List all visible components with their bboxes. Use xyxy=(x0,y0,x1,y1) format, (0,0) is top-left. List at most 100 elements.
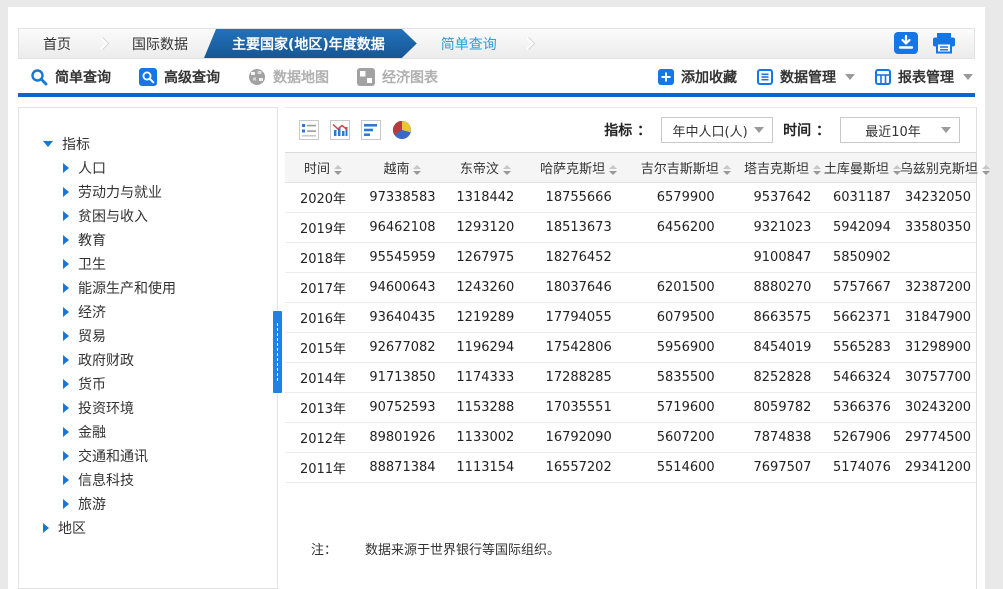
sort-icon[interactable] xyxy=(982,165,990,175)
tree-item-信息科技[interactable]: 信息科技 xyxy=(43,468,277,492)
table-cell: 9321023 xyxy=(741,213,824,243)
table-cell: 2014年 xyxy=(285,363,361,393)
column-header-4[interactable]: 哈萨克斯坦 xyxy=(527,153,631,183)
table-cell: 5757667 xyxy=(824,273,900,303)
triangle-right-icon xyxy=(63,355,69,365)
toolbar-item-label: 高级查询 xyxy=(164,67,220,87)
sort-icon[interactable] xyxy=(503,165,511,175)
table-cell: 16792090 xyxy=(527,423,631,453)
toolbar-right-item-3[interactable]: 报表管理 xyxy=(875,67,973,87)
tree-item-卫生[interactable]: 卫生 xyxy=(43,252,277,276)
table-cell: 2016年 xyxy=(285,303,361,333)
add-favorite-icon xyxy=(658,69,674,85)
column-header-5[interactable]: 吉尔吉斯斯坦 xyxy=(630,153,741,183)
tree-item-教育[interactable]: 教育 xyxy=(43,228,277,252)
breadcrumb-tab-4[interactable]: 简单查询 xyxy=(417,29,521,58)
indicator-select-value: 年中人口(人) xyxy=(673,121,748,140)
sidebar-scrollbar-thumb[interactable] xyxy=(273,311,282,393)
table-cell: 5267906 xyxy=(824,423,900,453)
column-chart-view-icon[interactable] xyxy=(330,120,350,140)
column-header-3[interactable]: 东帝汶 xyxy=(444,153,527,183)
top-actions xyxy=(894,32,957,54)
table-cell: 1243260 xyxy=(444,273,527,303)
column-header-label: 乌兹别克斯坦 xyxy=(900,162,978,177)
table-cell: 5174076 xyxy=(824,453,900,483)
sort-icon[interactable] xyxy=(413,165,421,175)
column-header-2[interactable]: 越南 xyxy=(361,153,444,183)
sort-icon[interactable] xyxy=(609,165,617,175)
column-header-1[interactable]: 时间 xyxy=(285,153,361,183)
table-row: 2017年94600643124326018037646620150088802… xyxy=(285,273,976,303)
table-cell: 6031187 xyxy=(824,183,900,213)
breadcrumb: 首页国际数据主要国家(地区)年度数据简单查询 xyxy=(18,28,975,59)
tree-item-旅游[interactable]: 旅游 xyxy=(43,492,277,516)
tree-section-指标[interactable]: 指标 xyxy=(43,132,277,156)
sort-icon[interactable] xyxy=(813,165,821,175)
pie-chart-view-icon[interactable] xyxy=(392,120,412,140)
tree-item-贸易[interactable]: 贸易 xyxy=(43,324,277,348)
table-cell: 1133002 xyxy=(444,423,527,453)
column-header-7[interactable]: 土库曼斯坦 xyxy=(824,153,900,183)
indicator-select[interactable]: 年中人口(人) xyxy=(661,117,773,143)
table-cell: 29341200 xyxy=(900,453,976,483)
toolbar-left-item-1[interactable]: 简单查询 xyxy=(30,67,111,87)
tree-item-人口[interactable]: 人口 xyxy=(43,156,277,180)
toolbar-right-item-2[interactable]: 数据管理 xyxy=(757,67,855,87)
table-cell: 89801926 xyxy=(361,423,444,453)
table-cell: 5366376 xyxy=(824,393,900,423)
table-cell: 7697507 xyxy=(741,453,824,483)
table-row: 2019年96462108129312018513673645620093210… xyxy=(285,213,976,243)
tree-item-经济[interactable]: 经济 xyxy=(43,300,277,324)
indicator-tree: 指标人口劳动力与就业贫困与收入教育卫生能源生产和使用经济贸易政府财政货币投资环境… xyxy=(19,108,277,540)
tree-item-label: 信息科技 xyxy=(78,470,134,490)
toolbar-left-item-2[interactable]: 高级查询 xyxy=(139,67,220,87)
tree-item-贫困与收入[interactable]: 贫困与收入 xyxy=(43,204,277,228)
tree-item-金融[interactable]: 金融 xyxy=(43,420,277,444)
tree-section-地区[interactable]: 地区 xyxy=(43,516,277,540)
search-icon xyxy=(30,68,48,86)
data-manage-icon xyxy=(757,69,773,85)
toolbar-right-item-1[interactable]: 添加收藏 xyxy=(658,67,737,87)
sort-icon[interactable] xyxy=(334,165,342,175)
main-panel: 指标 ： 年中人口(人) 时间 ： 最近10年 时间越南东帝汶哈萨克斯坦吉尔吉斯… xyxy=(285,107,977,589)
table-row: 2013年90752593115328817035551571960080597… xyxy=(285,393,976,423)
table-cell: 2020年 xyxy=(285,183,361,213)
printer-icon[interactable] xyxy=(931,32,957,54)
bar-chart-view-icon[interactable] xyxy=(361,120,381,140)
toolbar: 简单查询高级查询数据地图经济图表 添加收藏数据管理报表管理 xyxy=(18,62,975,92)
tree-item-政府财政[interactable]: 政府财政 xyxy=(43,348,277,372)
time-select[interactable]: 最近10年 xyxy=(840,117,960,143)
breadcrumb-tab-3[interactable]: 主要国家(地区)年度数据 xyxy=(204,29,417,58)
table-row: 2020年97338583131844218755666657990095376… xyxy=(285,183,976,213)
toolbar-underline xyxy=(18,93,975,97)
table-cell: 17794055 xyxy=(527,303,631,333)
breadcrumb-tab-2[interactable]: 国际数据 xyxy=(108,29,212,58)
list-view-icon[interactable] xyxy=(299,120,319,140)
column-header-label: 东帝汶 xyxy=(460,162,499,177)
breadcrumb-tab-1[interactable]: 首页 xyxy=(19,29,95,58)
download-icon[interactable] xyxy=(894,32,918,54)
indicator-filter-label: 指标 ： xyxy=(604,120,651,140)
table-cell: 5956900 xyxy=(630,333,741,363)
econ-chart-icon xyxy=(357,68,375,86)
column-header-label: 塔吉克斯坦 xyxy=(744,162,809,177)
table-cell: 18037646 xyxy=(527,273,631,303)
tree-item-货币[interactable]: 货币 xyxy=(43,372,277,396)
table-cell: 1293120 xyxy=(444,213,527,243)
tree-item-投资环境[interactable]: 投资环境 xyxy=(43,396,277,420)
column-header-8[interactable]: 乌兹别克斯坦 xyxy=(900,153,976,183)
tree-item-劳动力与就业[interactable]: 劳动力与就业 xyxy=(43,180,277,204)
column-header-6[interactable]: 塔吉克斯坦 xyxy=(741,153,824,183)
table-cell: 5514600 xyxy=(630,453,741,483)
table-cell: 5466324 xyxy=(824,363,900,393)
table-cell: 7874838 xyxy=(741,423,824,453)
chevron-down-icon xyxy=(941,127,951,133)
sort-icon[interactable] xyxy=(723,165,731,175)
triangle-right-icon xyxy=(63,427,69,437)
table-cell: 2018年 xyxy=(285,243,361,273)
tree-item-label: 投资环境 xyxy=(78,398,134,418)
table-cell: 6201500 xyxy=(630,273,741,303)
table-cell: 2012年 xyxy=(285,423,361,453)
tree-item-交通和通讯[interactable]: 交通和通讯 xyxy=(43,444,277,468)
tree-item-能源生产和使用[interactable]: 能源生产和使用 xyxy=(43,276,277,300)
